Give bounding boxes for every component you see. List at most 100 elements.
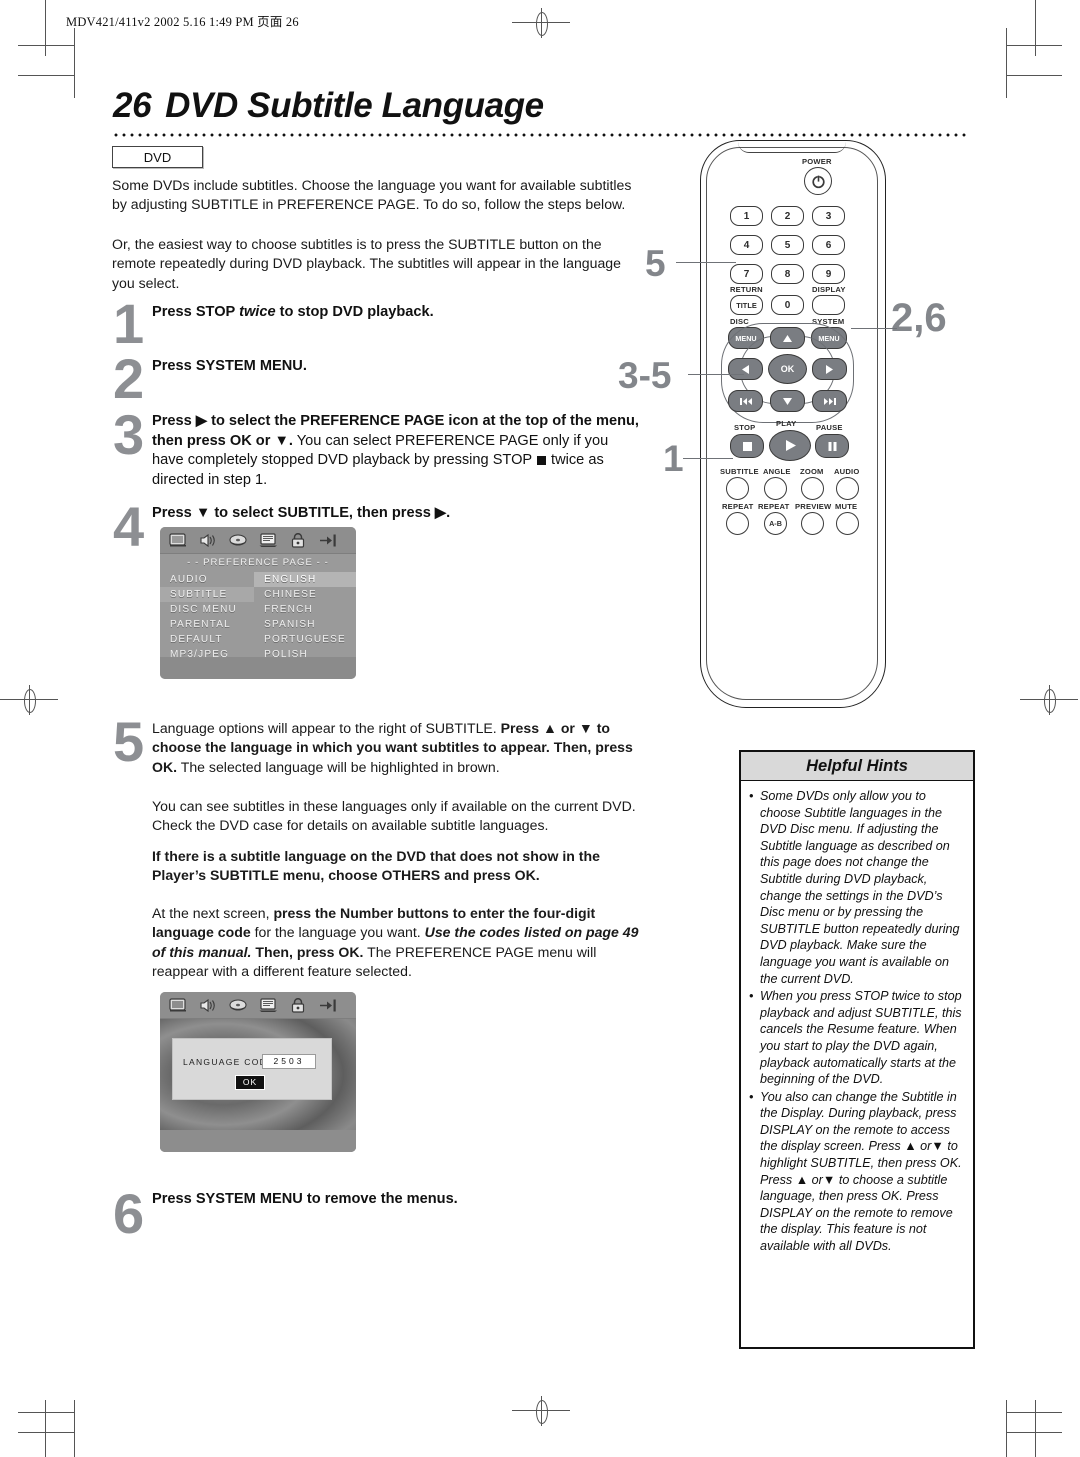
arrow-right-button[interactable] [812,358,847,380]
number-key-8[interactable]: 8 [771,264,804,284]
ok-button[interactable]: OK [768,354,807,384]
stop-square-icon [536,456,546,466]
play-label: PLAY [776,419,797,428]
arrow-down-button[interactable] [770,390,805,412]
hint-item-3: • You also can change the Subtitle in th… [749,1089,965,1255]
audio-setup-icon [199,533,218,548]
bullet-icon: • [749,789,754,803]
step-5-p4-e: Then, press OK. [251,943,364,960]
audio-label: AUDIO [834,467,860,476]
menu-item-parental[interactable]: PARENTAL [160,617,254,632]
step-2-heading: Press SYSTEM MENU. [152,358,307,374]
helpful-hints-box: Helpful Hints • Some DVDs only allow you… [739,750,975,1349]
leader-line-5 [676,262,736,264]
step-3-heading: Press ▶ to select the PREFERENCE PAGE ic… [152,412,642,490]
menu-item-disc-menu[interactable]: DISC MENU [160,602,254,617]
language-code-input[interactable]: 2503 [262,1054,316,1069]
number-key-5[interactable]: 5 [771,235,804,255]
language-code-ok-button[interactable]: OK [235,1075,265,1090]
step-4-heading: Press ▼ to select SUBTITLE, then press ▶… [152,505,451,521]
play-button[interactable] [769,430,811,461]
step-5-paragraph-3: If there is a subtitle language on the D… [152,847,642,886]
step-6-heading: Press SYSTEM MENU to remove the menus. [152,1191,458,1207]
step-1-heading: Press STOP twice to stop DVD playback. [152,303,642,323]
angle-label: ANGLE [763,467,791,476]
tv-screenshot-preference-page: - - PREFERENCE PAGE - - AUDIO SUBTITLE D… [160,527,356,679]
step-5-p1-a: Language options will appear to the righ… [152,720,501,736]
next-track-button[interactable] [812,390,847,412]
angle-button[interactable] [764,477,787,500]
power-label: POWER [802,157,832,166]
repeat-ab-button[interactable]: A-B [764,512,787,535]
remote-ir-window [738,142,846,153]
language-code-dialog: LANGUAGE CODE 2503 OK [172,1038,332,1100]
audio-button[interactable] [836,477,859,500]
language-option-english[interactable]: ENGLISH [254,572,356,587]
arrow-up-button[interactable] [770,327,805,349]
step-number-2: 2 [113,347,145,410]
language-code-label: LANGUAGE CODE [183,1057,275,1067]
preference-page-icon [259,532,278,548]
zoom-button[interactable] [801,477,824,500]
intro-paragraph-1: Some DVDs include subtitles. Choose the … [112,177,632,213]
password-lock-icon [289,532,308,548]
menu-item-default[interactable]: DEFAULT [160,632,254,647]
step-1-text-c: to stop DVD playback. [275,304,434,320]
repeat-label: REPEAT [722,502,754,511]
helpful-hints-body: • Some DVDs only allow you to choose Sub… [741,781,973,1262]
pause-button[interactable] [815,434,849,458]
registration-mark-bottom [512,1396,570,1426]
language-option-portuguese[interactable]: PORTUGUESE [254,632,356,647]
number-key-1[interactable]: 1 [730,206,763,226]
step-5-paragraph-1: Language options will appear to the righ… [152,719,642,777]
number-key-3[interactable]: 3 [812,206,845,226]
callout-1: 1 [663,438,684,479]
number-key-6[interactable]: 6 [812,235,845,255]
number-key-4[interactable]: 4 [730,235,763,255]
leader-line-1 [683,458,733,460]
title-dotted-rule [112,133,967,137]
registration-mark-right [1020,685,1078,715]
preference-page-icon [259,997,278,1013]
language-option-french[interactable]: FRENCH [254,602,356,617]
bullet-icon: • [749,1089,754,1104]
exit-setup-icon [319,998,338,1013]
pause-label: PAUSE [816,423,843,432]
arrow-left-button[interactable] [728,358,763,380]
disc-label: DISC [730,317,749,326]
video-setup-icon [229,998,248,1013]
number-key-0[interactable]: 0 [771,295,804,315]
general-setup-icon [169,997,188,1013]
preview-button[interactable] [801,512,824,535]
step-number-5: 5 [113,710,145,773]
display-button[interactable] [812,295,845,315]
number-key-2[interactable]: 2 [771,206,804,226]
tv-footer-bar-2 [160,1130,356,1152]
step-number-4: 4 [113,495,145,558]
page-number: 26 [113,86,152,125]
intro-paragraph-2: Or, the easiest way to choose subtitles … [112,236,621,291]
repeat-button[interactable] [726,512,749,535]
number-key-7[interactable]: 7 [730,264,763,284]
title-return-button[interactable]: TITLE [730,295,763,315]
video-setup-icon [229,533,248,548]
step-number-6: 6 [113,1182,145,1245]
menu-item-audio[interactable]: AUDIO [160,572,254,587]
registration-mark-left [0,685,58,715]
leader-line-2-6 [851,328,897,330]
power-button[interactable] [804,167,832,195]
subtitle-label: SUBTITLE [720,467,759,476]
hint-1-text: Some DVDs only allow you to choose Subti… [760,789,960,986]
stop-button[interactable] [730,434,764,458]
language-option-spanish[interactable]: SPANISH [254,617,356,632]
mute-button[interactable] [836,512,859,535]
language-option-chinese[interactable]: CHINESE [254,587,356,602]
menu-item-subtitle[interactable]: SUBTITLE [160,587,255,602]
setup-icon-bar-2 [160,992,356,1019]
setup-icon-bar [160,527,356,554]
previous-track-button[interactable] [728,390,763,412]
number-key-9[interactable]: 9 [812,264,845,284]
step-number-1: 1 [113,292,145,355]
step-1-text-a: Press STOP [152,304,240,320]
subtitle-button[interactable] [726,477,749,500]
